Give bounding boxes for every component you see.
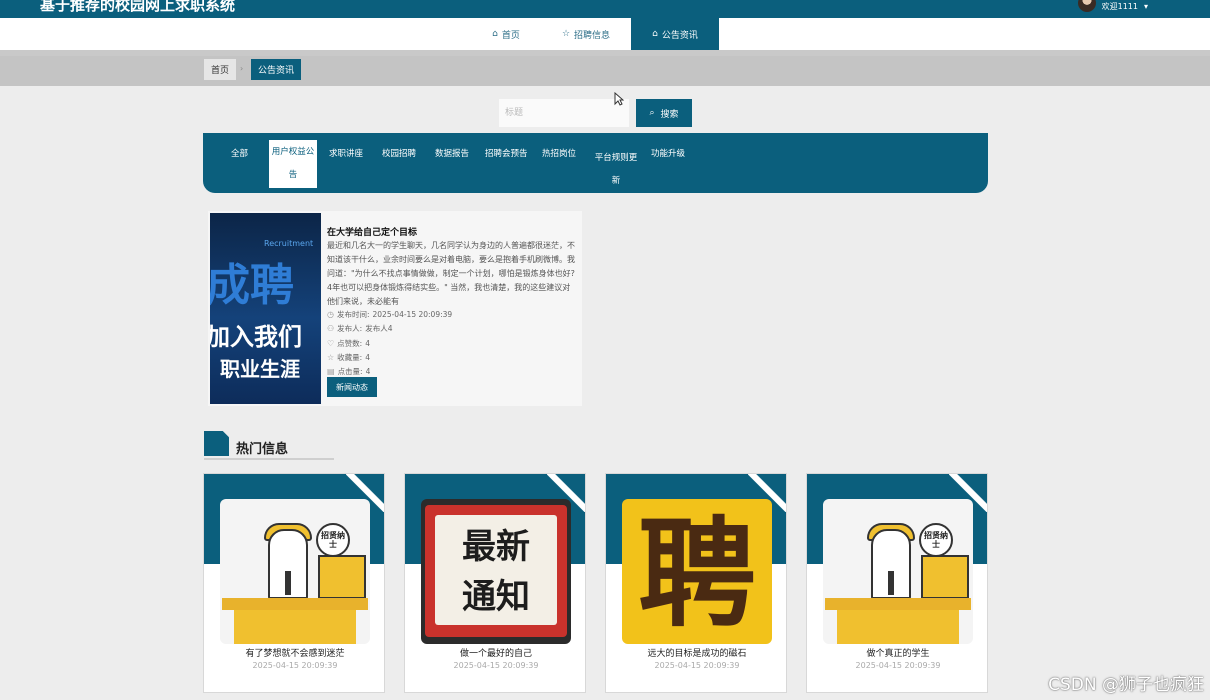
breadcrumb: 首页 › 公告资讯	[0, 56, 1210, 86]
hot-card[interactable]: 招贤纳士 做个真正的学生 2025-04-15 20:09:39	[806, 473, 988, 693]
user-greeting[interactable]: 欢迎1111	[1102, 1, 1138, 12]
breadcrumb-home[interactable]: 首页	[204, 59, 237, 80]
speech-bubble: 招贤纳士	[316, 523, 350, 557]
category-rule-updates[interactable]: 平台规则更新	[592, 147, 640, 193]
illustration-part	[825, 598, 971, 610]
hot-card-title[interactable]: 做个真正的学生	[807, 646, 987, 659]
news-title[interactable]: 在大学给自己定个目标	[327, 225, 417, 238]
hot-card-image[interactable]: 招贤纳士	[220, 499, 370, 644]
hot-card-title[interactable]: 有了梦想就不会感到迷茫	[204, 646, 384, 659]
thumbnail-text: Recruitment	[264, 239, 314, 248]
hot-card-date: 2025-04-15 20:09:39	[252, 661, 338, 670]
hot-card-image[interactable]: 最新 通知	[421, 499, 571, 644]
star-icon: ☆	[327, 353, 335, 362]
site-title: 基于推荐的校园网上求职系统	[40, 0, 236, 14]
nav-item-home[interactable]: ⌂ 首页	[474, 18, 538, 50]
main-nav: ⌂ 首页 ☆ 招聘信息 ⌂ 公告资讯	[0, 18, 1210, 50]
mouse-cursor-icon	[614, 92, 624, 106]
hot-card[interactable]: 聘 远大的目标是成功的磁石 2025-04-15 20:09:39	[605, 473, 787, 693]
section-underline	[204, 458, 334, 460]
illustration-part	[318, 555, 366, 599]
watermark: CSDN @狮子也疯狂	[1048, 675, 1204, 695]
illustration-part	[837, 610, 959, 644]
category-data-reports[interactable]: 数据报告	[435, 147, 469, 159]
section-icon	[204, 431, 229, 456]
illustration-part	[234, 610, 356, 644]
meta-value: 4	[365, 339, 370, 348]
meta-label: 发布人:	[337, 324, 363, 333]
clock-icon: ◷	[327, 310, 334, 319]
nav-item-label: 招聘信息	[574, 30, 611, 41]
breadcrumb-separator: ›	[240, 64, 244, 73]
meta-label: 点击量:	[337, 367, 363, 376]
meta-value: 4	[365, 367, 371, 376]
category-bar: 全部 用户权益公告 求职讲座 校园招聘 数据报告 招聘会预告 热招岗位 平台规则…	[203, 133, 988, 193]
news-favorites: ☆ 收藏量: 4	[327, 352, 370, 363]
user-avatar[interactable]	[1077, 0, 1096, 12]
search-icon: ⌕	[649, 108, 655, 118]
hot-card-date: 2025-04-15 20:09:39	[654, 661, 740, 670]
chevron-down-icon[interactable]: ▾	[1144, 2, 1148, 11]
meta-label: 发布时间:	[336, 310, 370, 319]
category-all[interactable]: 全部	[231, 147, 248, 159]
meta-value: 发布人4	[365, 324, 393, 333]
news-card[interactable]: Recruitment 成聘 加入我们 职业生涯 在大学给自己定个目标 最近和几…	[208, 211, 582, 406]
nav-item-label: 首页	[501, 30, 520, 41]
news-thumbnail[interactable]: Recruitment 成聘 加入我们 职业生涯	[210, 213, 321, 404]
category-job-fair-preview[interactable]: 招聘会预告	[485, 147, 528, 159]
category-feature-upgrade[interactable]: 功能升级	[651, 147, 685, 159]
search-button[interactable]: ⌕ 搜索	[636, 99, 692, 127]
illustration-part	[921, 555, 969, 599]
nav-item-label: 公告资讯	[661, 30, 698, 41]
thumbs-up-icon: ♡	[327, 339, 335, 348]
hot-card-title[interactable]: 远大的目标是成功的磁石	[606, 646, 786, 659]
category-user-rights[interactable]: 用户权益公告	[269, 140, 317, 188]
hot-card-date: 2025-04-15 20:09:39	[453, 661, 539, 670]
breadcrumb-current: 公告资讯	[251, 59, 302, 80]
thumbnail-text: 职业生涯	[220, 357, 300, 381]
news-publisher: ⚇ 发布人: 发布人4	[327, 323, 392, 334]
nav-item-announcements[interactable]: ⌂ 公告资讯	[631, 18, 719, 50]
news-tag-button[interactable]: 新闻动态	[327, 377, 377, 397]
hot-card-image[interactable]: 招贤纳士	[823, 499, 973, 644]
image-text: 最新	[462, 527, 530, 567]
meta-label: 点赞数:	[337, 339, 363, 348]
illustration-part	[222, 598, 368, 610]
news-excerpt: 最近和几名大一的学生聊天，几名同学认为身边的人普遍都很迷茫，不知道该干什么，业余…	[327, 241, 575, 306]
bag-icon: ⌂	[652, 29, 658, 39]
star-icon: ☆	[561, 29, 571, 39]
thumbnail-text: 成聘	[210, 260, 294, 311]
search-button-label: 搜索	[660, 109, 679, 120]
category-campus-recruit[interactable]: 校园招聘	[382, 147, 416, 159]
top-bar: 基于推荐的校园网上求职系统 欢迎1111 ▾	[0, 0, 1210, 18]
meta-value: 4	[365, 353, 370, 362]
hot-card-title[interactable]: 做一个最好的自己	[405, 646, 585, 659]
meta-label: 收藏量:	[337, 353, 363, 362]
home-icon: ⌂	[492, 29, 498, 39]
hot-card-image[interactable]: 聘	[622, 499, 772, 644]
nav-item-jobs[interactable]: ☆ 招聘信息	[546, 18, 626, 50]
hot-card[interactable]: 最新 通知 做一个最好的自己 2025-04-15 20:09:39	[404, 473, 586, 693]
speech-bubble: 招贤纳士	[919, 523, 953, 557]
category-job-lectures[interactable]: 求职讲座	[329, 147, 363, 159]
hot-section-title: 热门信息	[236, 442, 289, 457]
illustration-part	[285, 571, 291, 595]
thumbnail-text: 加入我们	[210, 322, 302, 351]
hot-card[interactable]: 招贤纳士 有了梦想就不会感到迷茫 2025-04-15 20:09:39	[203, 473, 385, 693]
user-menu[interactable]: 欢迎1111 ▾	[1077, 0, 1148, 12]
news-publish-time: ◷ 发布时间: 2025-04-15 20:09:39	[327, 309, 452, 320]
meta-value: 2025-04-15 20:09:39	[372, 310, 453, 319]
illustration-part	[888, 571, 894, 595]
image-text: 通知	[462, 577, 530, 617]
category-hot-jobs[interactable]: 热招岗位	[542, 147, 576, 159]
news-clicks: ▤ 点击量: 4	[327, 366, 370, 377]
hot-card-date: 2025-04-15 20:09:39	[855, 661, 941, 670]
news-likes: ♡ 点赞数: 4	[327, 338, 370, 349]
image-text: 聘	[637, 505, 756, 643]
eye-icon: ▤	[327, 367, 335, 376]
user-icon: ⚇	[327, 324, 335, 333]
search-input[interactable]	[499, 99, 629, 127]
